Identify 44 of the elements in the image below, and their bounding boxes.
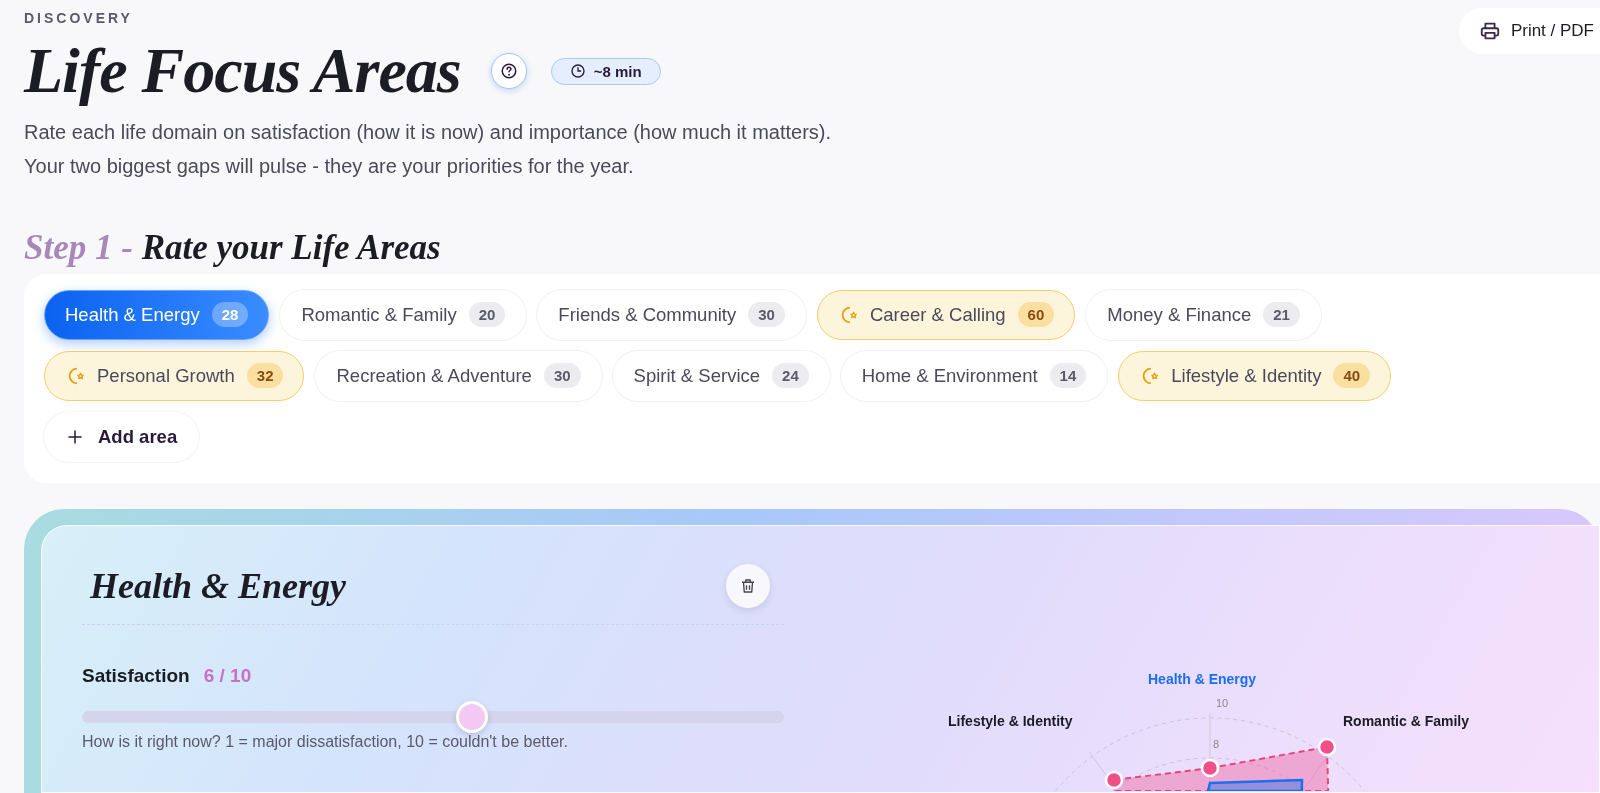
- count-badge: 28: [211, 302, 249, 327]
- clock-icon: [569, 63, 586, 79]
- slider-thumb[interactable]: [455, 700, 488, 733]
- eyebrow-label: DISCOVERY: [24, 10, 134, 26]
- description-text: Your two biggest gaps will pulse - they are your priorities for the year.: [24, 154, 635, 179]
- tick-label: 8: [1213, 737, 1220, 750]
- count-badge: 30: [543, 363, 581, 388]
- count-badge: 20: [468, 302, 506, 327]
- area-chip[interactable]: Friends & Community 30: [537, 289, 806, 340]
- add-area-button[interactable]: Add area: [44, 411, 200, 462]
- area-chip[interactable]: Health & Energy 28: [44, 289, 270, 340]
- step-heading: Step 1 - Rate your Life Areas: [24, 229, 442, 268]
- count-badge: 14: [1049, 363, 1087, 388]
- area-chip[interactable]: Recreation & Adventure 30: [315, 350, 602, 401]
- axis-label: Health & Energy: [1148, 670, 1257, 687]
- area-chip[interactable]: Lifestyle & Identity 40: [1118, 350, 1392, 401]
- tick-label: 10: [1216, 696, 1229, 709]
- delete-button[interactable]: [726, 563, 770, 608]
- count-badge: 60: [1017, 302, 1055, 327]
- trash-icon: [739, 576, 757, 595]
- plus-icon: [66, 427, 84, 446]
- axis-label: Romantic & Family: [1343, 712, 1470, 729]
- count-badge: 32: [246, 363, 284, 388]
- satisfaction-label: Satisfaction: [82, 664, 190, 687]
- satisfaction-hint: How is it right now? 1 = major dissatisfaction, 10 = couldn't be better.: [82, 732, 569, 751]
- count-badge: 40: [1333, 363, 1371, 388]
- help-icon: [499, 62, 518, 80]
- description-text: Rate each life domain on satisfaction (how it is now) and importance (how much it matters).: [24, 120, 832, 145]
- count-badge: 24: [772, 363, 809, 388]
- count-badge: 30: [748, 302, 785, 327]
- area-chip[interactable]: Money & Finance 21: [1086, 289, 1321, 340]
- axis-label: Lifestyle & Identity: [948, 712, 1073, 729]
- area-title: Health & Energy: [90, 564, 346, 607]
- area-chip[interactable]: Romantic & Family 20: [280, 289, 527, 340]
- area-chip[interactable]: Career & Calling 60: [816, 289, 1076, 340]
- area-chip[interactable]: Personal Growth 32: [44, 350, 305, 401]
- print-button[interactable]: Print / PDF: [1458, 8, 1600, 54]
- area-chip[interactable]: Spirit & Service 24: [612, 350, 830, 401]
- area-chip[interactable]: Home & Environment 14: [840, 350, 1108, 401]
- printer-icon: [1478, 20, 1501, 42]
- help-button[interactable]: [490, 53, 527, 89]
- satisfaction-reading: 6 / 10: [203, 664, 252, 687]
- count-badge: 21: [1263, 302, 1300, 327]
- duration-text: ~8 min: [593, 62, 642, 80]
